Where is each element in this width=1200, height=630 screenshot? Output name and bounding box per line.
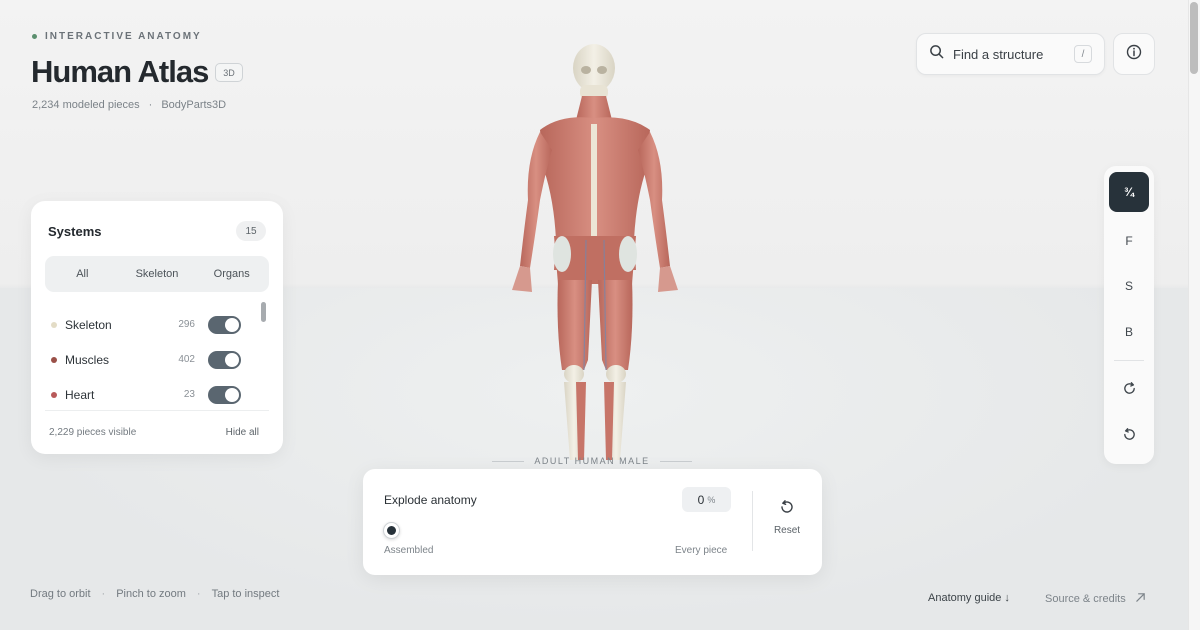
systems-title: Systems (48, 224, 102, 239)
list-item[interactable]: Muscles 402 (45, 342, 269, 377)
filter-skeleton[interactable]: Skeleton (120, 256, 195, 292)
panel-divider (45, 410, 269, 411)
explode-slider-handle[interactable] (383, 522, 400, 539)
eyebrow-label: INTERACTIVE ANATOMY (45, 31, 202, 42)
mode-badge: 3D (215, 63, 243, 82)
search-shortcut: / (1074, 45, 1092, 63)
external-link-icon (1135, 592, 1146, 606)
hide-all-button[interactable]: Hide all (226, 427, 259, 438)
hint-separator: · (196, 588, 201, 600)
slider-max-label: Every piece (675, 545, 728, 556)
system-count: 23 (183, 389, 195, 400)
systems-filter: All Skeleton Organs (45, 256, 269, 292)
caption-text: ADULT HUMAN MALE (534, 456, 650, 466)
list-scrollbar[interactable] (261, 302, 266, 322)
system-name: Muscles (65, 352, 110, 367)
system-count: 296 (178, 319, 195, 330)
visible-count: 2,229 pieces visible (49, 427, 137, 438)
explode-value-field[interactable]: 0 % (682, 487, 731, 512)
list-item[interactable]: Heart 23 (45, 377, 269, 411)
system-count: 402 (178, 354, 195, 365)
credits-label: Source & credits (1045, 593, 1126, 605)
systems-list: Skeleton 296 Muscles 402 Heart 23 (45, 307, 269, 411)
eyebrow: INTERACTIVE ANATOMY (32, 31, 202, 42)
reset-label: Reset (773, 525, 801, 536)
explode-unit: % (707, 494, 716, 505)
caption-rule-right (659, 460, 692, 462)
system-color-dot (51, 356, 57, 363)
search-icon (929, 44, 944, 64)
hint-zoom: Pinch to zoom (116, 588, 186, 600)
filter-all[interactable]: All (45, 256, 120, 292)
hint-orbit: Drag to orbit (30, 588, 91, 600)
info-icon (1126, 44, 1142, 65)
toggle-knob (225, 352, 239, 367)
systems-panel: Systems 15 All Skeleton Organs Skeleton … (31, 201, 283, 454)
anatomy-guide-link[interactable]: Anatomy guide ↓ (928, 592, 1010, 604)
caption-rule-left (492, 460, 525, 462)
reset-view-button[interactable] (1109, 416, 1149, 456)
undo-icon (1122, 427, 1137, 445)
status-dot (32, 34, 37, 39)
reset-icon (779, 500, 795, 519)
view-side-button[interactable]: S (1109, 266, 1149, 306)
hint-separator: · (101, 588, 106, 600)
slider-handle-core (387, 526, 396, 535)
info-button[interactable] (1113, 33, 1155, 75)
view-controls: ¾ F S B (1104, 166, 1154, 464)
rotate-cw-icon (1122, 381, 1137, 399)
system-toggle[interactable] (208, 350, 241, 369)
slider-min-label: Assembled (384, 545, 434, 556)
piece-count: 2,234 modeled pieces (32, 99, 140, 111)
view-three-quarter-button[interactable]: ¾ (1109, 172, 1149, 212)
toggle-knob (225, 317, 239, 332)
anatomy-model[interactable] (500, 40, 680, 470)
list-item[interactable]: Skeleton 296 (45, 307, 269, 342)
auto-rotate-button[interactable] (1109, 370, 1149, 410)
explode-divider (752, 491, 753, 551)
explode-label: Explode anatomy (384, 493, 477, 507)
system-color-dot (51, 391, 57, 398)
explode-panel: Explode anatomy 0 % Assembled Every piec… (363, 469, 822, 575)
explode-value: 0 (697, 492, 705, 507)
model-caption: ADULT HUMAN MALE (492, 456, 692, 466)
toggle-knob (225, 387, 239, 402)
reset-button[interactable]: Reset (761, 499, 813, 536)
interaction-hints: Drag to orbit · Pinch to zoom · Tap to i… (30, 588, 279, 600)
view-separator (1114, 360, 1144, 361)
page-scrollbar[interactable] (1188, 0, 1200, 630)
page-meta: 2,234 modeled pieces · BodyParts3D (32, 99, 226, 111)
filter-organs[interactable]: Organs (194, 256, 269, 292)
meta-separator: · (148, 99, 153, 111)
system-toggle[interactable] (208, 385, 241, 404)
page-title: Human Atlas (31, 54, 209, 89)
data-source: BodyParts3D (161, 99, 227, 111)
systems-count: 15 (236, 221, 266, 241)
search-box[interactable]: Find a structure / (916, 33, 1105, 75)
system-name: Heart (65, 387, 95, 402)
system-toggle[interactable] (208, 315, 241, 334)
scrollbar-thumb[interactable] (1190, 2, 1198, 74)
view-back-button[interactable]: B (1109, 312, 1149, 352)
system-name: Skeleton (65, 317, 112, 332)
credits-link[interactable]: Source & credits (1045, 592, 1146, 606)
hint-inspect: Tap to inspect (211, 588, 280, 600)
search-input[interactable]: Find a structure (953, 47, 1065, 62)
view-front-button[interactable]: F (1109, 221, 1149, 261)
system-color-dot (51, 321, 57, 328)
